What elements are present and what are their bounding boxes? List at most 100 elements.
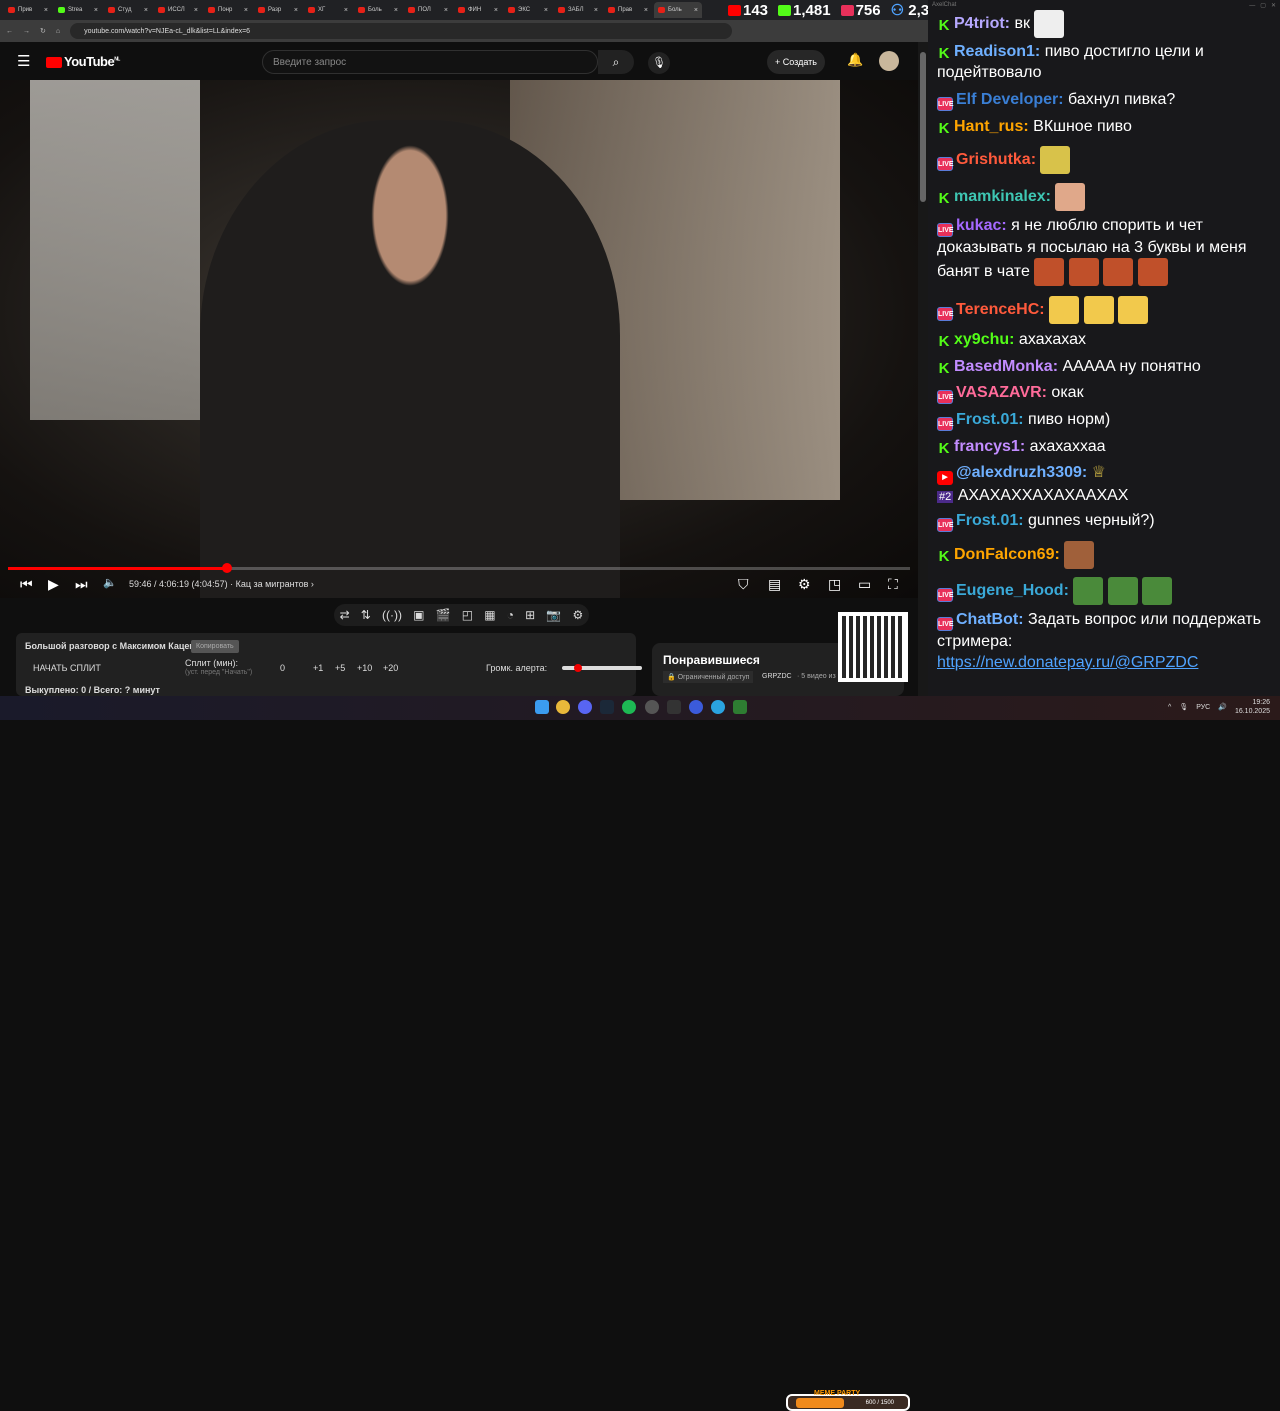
clock[interactable]: 19:26 16.10.2025 bbox=[1235, 698, 1270, 716]
close-tab-icon[interactable]: × bbox=[694, 7, 698, 14]
split-value[interactable]: 0 bbox=[280, 663, 285, 673]
create-button[interactable]: + Создать bbox=[767, 50, 825, 74]
browser-tab[interactable]: Понр × bbox=[204, 2, 252, 18]
close-tab-icon[interactable]: × bbox=[344, 7, 348, 14]
settings-icon[interactable]: ⚙ bbox=[798, 576, 811, 593]
add-20-button[interactable]: +20 bbox=[383, 663, 398, 673]
youtube-logo[interactable]: YouTubeNL bbox=[46, 54, 120, 69]
progress-bar[interactable] bbox=[8, 563, 910, 573]
add-icon[interactable]: ⊞ bbox=[525, 608, 535, 622]
telegram-icon[interactable] bbox=[711, 700, 725, 714]
close-tab-icon[interactable]: × bbox=[544, 7, 548, 14]
back-icon[interactable]: ← bbox=[6, 28, 13, 35]
start-split-button[interactable]: НАЧАТЬ СПЛИТ bbox=[33, 663, 101, 673]
browser-tab[interactable]: ФИН × bbox=[454, 2, 502, 18]
subtitles-icon[interactable]: ▤ bbox=[768, 576, 781, 593]
chat-username[interactable]: Frost.01 bbox=[956, 411, 1018, 428]
chat-username[interactable]: Eugene_Hood bbox=[956, 582, 1064, 599]
chat-username[interactable]: xy9chu bbox=[954, 331, 1009, 348]
alert-volume-slider[interactable] bbox=[562, 664, 642, 672]
play-icon[interactable]: ▶ bbox=[48, 576, 59, 593]
browser-tab[interactable]: Боль × bbox=[354, 2, 402, 18]
chat-username[interactable]: P4triot bbox=[954, 15, 1005, 32]
close-tab-icon[interactable]: × bbox=[44, 7, 48, 14]
tool-icon[interactable] bbox=[733, 700, 747, 714]
browser-tab[interactable]: ЗАБЛ × bbox=[554, 2, 602, 18]
page-scrollbar[interactable] bbox=[918, 42, 928, 696]
chat-username[interactable]: ChatBot bbox=[956, 611, 1018, 628]
search-input[interactable]: Введите запрос bbox=[262, 50, 598, 74]
chat-username[interactable]: Elf Developer bbox=[956, 91, 1058, 108]
add-10-button[interactable]: +10 bbox=[357, 663, 372, 673]
chat-username[interactable]: mamkinalex bbox=[954, 188, 1046, 205]
playlist-title[interactable]: Понравившиеся bbox=[663, 653, 760, 667]
theater-mode-icon[interactable]: ▭ bbox=[858, 576, 871, 593]
close-tab-icon[interactable]: × bbox=[394, 7, 398, 14]
chat-username[interactable]: Grishutka bbox=[956, 151, 1031, 168]
chat-username[interactable]: Frost.01 bbox=[956, 512, 1018, 529]
chat-username[interactable]: @alexdruzh3309 bbox=[956, 464, 1082, 481]
close-tab-icon[interactable]: × bbox=[144, 7, 148, 14]
browser-tab[interactable]: ХГ × bbox=[304, 2, 352, 18]
chapter-title[interactable]: Кац за мигрантов bbox=[236, 579, 309, 589]
chat-username[interactable]: Readison1 bbox=[954, 43, 1035, 60]
avatar[interactable] bbox=[879, 51, 899, 71]
volume-tray-icon[interactable]: 🔊 bbox=[1218, 703, 1227, 711]
add-5-button[interactable]: +5 bbox=[335, 663, 345, 673]
copy-button[interactable]: Копировать bbox=[191, 640, 239, 653]
player-icon[interactable] bbox=[689, 700, 703, 714]
donate-link[interactable]: https://new.donatepay.ru/@GRPZDC bbox=[937, 654, 1198, 671]
chat-username[interactable]: TerenceHC bbox=[956, 301, 1039, 318]
miniplayer-icon[interactable]: ◳ bbox=[828, 576, 841, 593]
chat-username[interactable]: VASAZAVR bbox=[956, 384, 1042, 401]
close-tab-icon[interactable]: × bbox=[644, 7, 648, 14]
next-icon[interactable]: ⏭ bbox=[75, 576, 88, 593]
app-icon[interactable] bbox=[667, 700, 681, 714]
close-tab-icon[interactable]: × bbox=[594, 7, 598, 14]
chevron-up-icon[interactable]: ^ bbox=[1168, 704, 1171, 711]
discord-icon[interactable] bbox=[578, 700, 592, 714]
browser-tab[interactable]: ЭКС × bbox=[504, 2, 552, 18]
forward-icon[interactable]: → bbox=[23, 28, 30, 35]
video-settings-icon[interactable]: ▣ bbox=[413, 608, 424, 622]
mic-icon[interactable]: 🎙 bbox=[648, 52, 670, 74]
screenshot-icon[interactable]: 📷 bbox=[546, 608, 561, 622]
start-icon[interactable] bbox=[535, 700, 549, 714]
chat-username[interactable]: DonFalcon69 bbox=[954, 546, 1054, 563]
browser-tab[interactable]: Боль × bbox=[654, 2, 702, 18]
close-tab-icon[interactable]: × bbox=[494, 7, 498, 14]
chat-username[interactable]: kukac bbox=[956, 217, 1001, 234]
home-icon[interactable]: ⌂ bbox=[56, 28, 60, 35]
browser-tab[interactable]: Студ × bbox=[104, 2, 152, 18]
close-tab-icon[interactable]: × bbox=[244, 7, 248, 14]
audio-icon[interactable]: ((·)) bbox=[382, 608, 402, 622]
crop-icon[interactable]: ▦ bbox=[484, 608, 495, 622]
browser-tab[interactable]: Strea × bbox=[54, 2, 102, 18]
add-1-button[interactable]: +1 bbox=[313, 663, 323, 673]
playlist-owner[interactable]: GRPZDC bbox=[762, 673, 792, 680]
steam-icon[interactable] bbox=[600, 700, 614, 714]
url-field[interactable]: youtube.com/watch?v=NJEa-cL_dlk&list=LL&… bbox=[70, 23, 732, 39]
close-tab-icon[interactable]: × bbox=[444, 7, 448, 14]
search-button[interactable]: ⌕ bbox=[598, 50, 634, 74]
browser-tab[interactable]: Прав × bbox=[604, 2, 652, 18]
loop-icon[interactable]: ⇄ bbox=[340, 608, 350, 622]
close-tab-icon[interactable]: × bbox=[294, 7, 298, 14]
speed-icon[interactable]: ◔ bbox=[507, 608, 514, 622]
language-indicator[interactable]: РУС bbox=[1196, 704, 1210, 711]
browser-tab[interactable]: Разр × bbox=[254, 2, 302, 18]
volume-icon[interactable]: 🔈 bbox=[103, 576, 117, 589]
notifications-icon[interactable]: 🔔 bbox=[847, 52, 863, 68]
video-player[interactable] bbox=[0, 80, 918, 598]
obs-icon[interactable] bbox=[645, 700, 659, 714]
previous-icon[interactable]: ⏮ bbox=[20, 576, 33, 593]
chrome-icon[interactable] bbox=[556, 700, 570, 714]
gear-icon[interactable]: ⚙ bbox=[573, 608, 584, 622]
chat-username[interactable]: BasedMonka bbox=[954, 358, 1053, 375]
browser-tab[interactable]: Прив × bbox=[4, 2, 52, 18]
clapper-icon[interactable]: 🎬 bbox=[436, 608, 451, 622]
chat-username[interactable]: francys1 bbox=[954, 438, 1020, 455]
browser-tab[interactable]: ПОЛ × bbox=[404, 2, 452, 18]
window-controls[interactable]: — ▢ ✕ bbox=[1249, 2, 1276, 10]
sort-icon[interactable]: ⇅ bbox=[361, 608, 371, 622]
